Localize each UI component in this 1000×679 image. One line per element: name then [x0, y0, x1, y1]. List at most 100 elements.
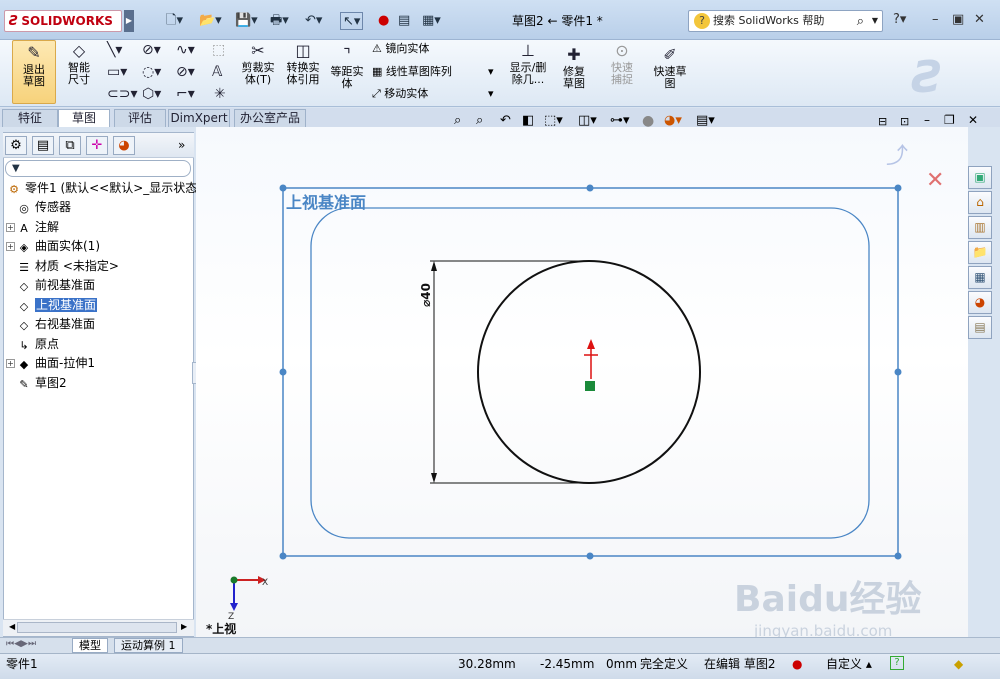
display-style-icon[interactable]: ◫▾ — [578, 113, 597, 128]
tree-item[interactable]: ◇ 前视基准面 — [6, 276, 95, 294]
custom-properties-icon[interactable]: ▤ — [968, 316, 992, 339]
configuration-tab-icon[interactable]: ⧉ — [59, 136, 81, 155]
rebuild-traffic-light-icon[interactable]: ● — [378, 12, 389, 30]
tree-item[interactable]: ◇ 右视基准面 — [6, 315, 95, 333]
rectangle-tool-icon[interactable]: ▭▾ — [107, 64, 127, 80]
tree-item[interactable]: ◇ 上视基准面 — [6, 296, 98, 314]
expand-plus-icon[interactable]: + — [6, 359, 15, 368]
rapid-sketch-button[interactable]: ✐ 快速草图 — [650, 46, 690, 90]
doc-restore-icon[interactable]: ❐ — [944, 113, 955, 127]
trim-entities-button[interactable]: ✂ 剪裁实体(T) — [238, 42, 278, 86]
undo-icon[interactable]: ↶▾ — [305, 12, 322, 30]
tree-item[interactable]: + ◈ 曲面实体(1) — [6, 237, 100, 255]
fillet-tool-icon[interactable]: ⌐▾ — [176, 86, 195, 102]
design-library-icon[interactable]: ▥ — [968, 216, 992, 239]
linear-pattern-button[interactable]: ▦ 线性草图阵列 — [372, 65, 452, 79]
appearances-icon[interactable]: ◕ — [968, 291, 992, 314]
tree-item[interactable]: ◎ 传感器 — [6, 198, 71, 216]
tree-item[interactable]: ↳ 原点 — [6, 335, 59, 353]
tree-root-part[interactable]: ⚙ 零件1 (默认<<默认>_显示状态 — [6, 179, 197, 197]
status-units-menu[interactable]: 自定义 ▴ — [826, 656, 872, 672]
rebuild-status-icon[interactable]: ● — [792, 656, 802, 672]
tab-scroll-icons[interactable]: ⏮◀▶⏭ — [6, 639, 36, 649]
help-search-input[interactable]: ? 搜索 SolidWorks 帮助 ⌕ ▼ — [688, 10, 883, 32]
close-icon[interactable]: ✕ — [974, 12, 985, 27]
circle-tool-icon[interactable]: ⊘▾ — [142, 42, 161, 58]
feature-tree-tab-icon[interactable]: ⚙ — [5, 136, 27, 155]
scroll-thumb[interactable] — [17, 622, 177, 633]
resources-icon[interactable]: ▣ — [968, 166, 992, 189]
print-icon[interactable]: 🖶▾ — [270, 12, 289, 30]
tree-item[interactable]: ☰ 材质 <未指定> — [6, 257, 119, 275]
save-icon[interactable]: 💾▾ — [235, 12, 258, 30]
help-menu-icon[interactable]: ?▾ — [893, 12, 906, 27]
minimize-icon[interactable]: – — [932, 12, 939, 27]
tree-item[interactable]: ✎ 草图2 — [6, 374, 66, 392]
tree-item[interactable]: + A 注解 — [6, 218, 59, 236]
restore-icon[interactable]: ▣ — [952, 12, 964, 27]
chevron-down-icon[interactable]: ▾ — [488, 87, 494, 101]
zoom-to-area-icon[interactable]: ⌕ — [476, 113, 483, 128]
view-palette-icon[interactable]: ▦ — [968, 266, 992, 289]
select-pointer-icon[interactable]: ↖▾ — [340, 12, 364, 30]
tab-evaluate[interactable]: 评估 — [114, 109, 166, 127]
solidworks-logo[interactable]: Ƨ SOLIDWORKS — [4, 10, 122, 32]
previous-view-icon[interactable]: ↶ — [500, 113, 511, 128]
view-orientation-icon[interactable]: ⬚▾ — [544, 113, 563, 128]
tree-horizontal-scrollbar[interactable]: ◀ ▶ — [3, 619, 194, 636]
file-properties-icon[interactable]: ▤ — [398, 12, 410, 30]
exit-sketch-button[interactable]: ✎ 退出草图 — [12, 40, 56, 104]
spline-tool-icon[interactable]: ∿▾ — [176, 42, 195, 58]
origin-point[interactable] — [585, 381, 595, 391]
property-manager-tab-icon[interactable]: ▤ — [32, 136, 54, 155]
sketch-circle[interactable] — [477, 260, 701, 484]
plane-tool-icon[interactable]: ⬚ — [212, 42, 225, 58]
diameter-dimension-label[interactable]: ⌀40 — [419, 283, 433, 307]
apply-scene-icon[interactable]: ◕▾ — [664, 113, 682, 128]
doc-minimize-icon[interactable]: – — [924, 113, 930, 127]
slot-tool-icon[interactable]: ⊂⊃▾ — [107, 86, 138, 102]
tab-model[interactable]: 模型 — [72, 638, 108, 653]
new-document-icon[interactable]: 🗋▾ — [166, 12, 183, 30]
expand-plus-icon[interactable]: + — [6, 222, 15, 232]
sketch-canvas[interactable]: 上视基准面 ⌀40 X Z *上视 — [196, 127, 968, 638]
panel-expand-icon[interactable]: » — [178, 138, 185, 152]
section-view-icon[interactable]: ◧ — [522, 113, 534, 128]
options-icon[interactable]: ▦▾ — [422, 12, 441, 30]
search-icon[interactable]: ⌕ — [857, 12, 864, 32]
mirror-entities-button[interactable]: ⚠ 镜向实体 — [372, 42, 429, 56]
tree-filter-input[interactable]: ▼ — [5, 160, 191, 177]
move-entities-button[interactable]: ⤢ 移动实体 — [372, 87, 428, 101]
ellipse-tool-icon[interactable]: ⊘▾ — [176, 64, 195, 80]
tab-office-products[interactable]: 办公室产品 — [234, 109, 306, 127]
convert-entities-button[interactable]: ◫ 转换实体引用 — [282, 42, 324, 86]
view-settings-icon[interactable]: ▤▾ — [696, 113, 715, 128]
text-tool-icon[interactable]: 𝔸 — [212, 64, 222, 80]
tab-dimxpert[interactable]: DimXpert — [168, 109, 230, 127]
scroll-right-icon[interactable]: ▶ — [181, 622, 187, 631]
tab-sketch[interactable]: 草图 — [58, 109, 110, 127]
menu-expand-arrow-icon[interactable]: ▶ — [124, 10, 134, 32]
expand-plus-icon[interactable]: + — [6, 242, 15, 251]
arc-tool-icon[interactable]: ◌▾ — [142, 64, 161, 80]
polygon-tool-icon[interactable]: ⬡▾ — [142, 86, 161, 102]
line-tool-icon[interactable]: ╲▾ — [107, 42, 122, 58]
scroll-left-icon[interactable]: ◀ — [9, 622, 15, 631]
display-manager-tab-icon[interactable]: ◕ — [113, 136, 135, 155]
quick-snaps-button[interactable]: ⊙ 快速捕捉 — [600, 42, 644, 86]
help-status-icon[interactable]: ? — [890, 656, 904, 670]
tab-features[interactable]: 特征 — [2, 109, 58, 127]
display-delete-relations-button[interactable]: ⊥ 显示/删除几... — [505, 42, 551, 86]
chevron-down-icon[interactable]: ▼ — [872, 11, 878, 31]
repair-sketch-button[interactable]: ✚ 修复草图 — [555, 46, 593, 90]
chevron-down-icon[interactable]: ▾ — [488, 65, 494, 79]
dimxpert-tab-icon[interactable]: ✛ — [86, 136, 108, 155]
hide-show-items-icon[interactable]: ⊶▾ — [610, 113, 630, 128]
zoom-to-fit-icon[interactable]: ⌕ — [454, 113, 461, 128]
smart-dimension-button[interactable]: ◇ 智能尺寸 — [60, 42, 98, 86]
doc-close-icon[interactable]: ✕ — [968, 113, 978, 127]
file-explorer-icon[interactable]: 📁 — [968, 241, 992, 264]
point-tool-icon[interactable]: ✳ — [214, 86, 226, 102]
open-folder-icon[interactable]: 📂▾ — [199, 12, 222, 30]
offset-entities-button[interactable]: ⌝ 等距实体 — [327, 46, 367, 90]
